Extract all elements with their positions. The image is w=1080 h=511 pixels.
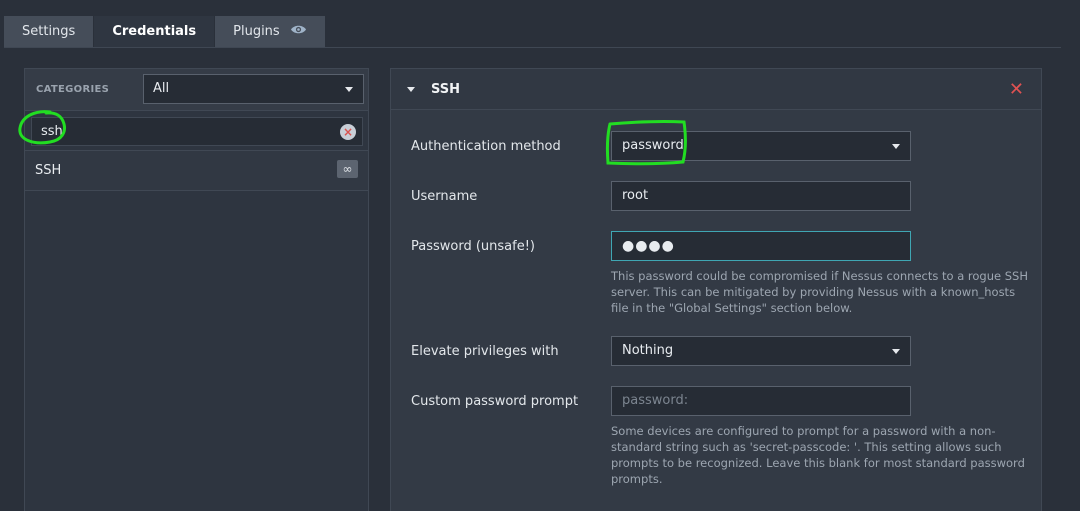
ssh-credential-panel: SSH ✕ Authentication method password Use… xyxy=(390,68,1042,511)
category-item-ssh[interactable]: SSH ∞ xyxy=(25,151,368,191)
elevate-value: Nothing xyxy=(622,343,674,358)
prompt-label: Custom password prompt xyxy=(411,394,579,409)
tab-credentials[interactable]: Credentials xyxy=(94,16,216,47)
auth-method-label: Authentication method xyxy=(411,139,561,154)
password-help-text: This password could be compromised if Ne… xyxy=(611,269,1028,315)
elevate-privileges-select[interactable]: Nothing xyxy=(611,336,911,366)
password-value: ●●●● xyxy=(622,238,675,254)
close-icon[interactable]: ✕ xyxy=(1009,79,1024,100)
prompt-help-text: Some devices are configured to prompt fo… xyxy=(611,424,1025,486)
tab-settings[interactable]: Settings xyxy=(4,16,95,47)
eye-icon xyxy=(290,16,307,47)
chevron-down-icon xyxy=(892,349,900,354)
username-label: Username xyxy=(411,189,478,204)
tab-divider xyxy=(4,47,1061,48)
categories-label: CATEGORIES xyxy=(36,84,110,95)
custom-prompt-placeholder: password: xyxy=(622,393,689,408)
category-select-value: All xyxy=(153,81,170,96)
collapse-icon[interactable] xyxy=(407,87,415,92)
tab-bar: Settings Credentials Plugins xyxy=(4,16,326,47)
custom-prompt-field[interactable]: password: xyxy=(611,386,911,416)
auth-method-select[interactable]: password xyxy=(611,131,911,161)
auth-method-value: password xyxy=(622,138,684,153)
ssh-header[interactable]: SSH ✕ xyxy=(391,69,1041,110)
category-search-row: ssh × xyxy=(25,111,368,151)
category-search-value: ssh xyxy=(41,124,63,139)
password-label: Password (unsafe!) xyxy=(411,239,536,254)
password-field[interactable]: ●●●● xyxy=(611,231,911,261)
chevron-down-icon xyxy=(345,87,353,92)
tab-plugins-label: Plugins xyxy=(233,24,280,39)
infinity-badge: ∞ xyxy=(337,160,358,178)
username-value: root xyxy=(622,188,649,203)
username-field[interactable]: root xyxy=(611,181,911,211)
clear-search-icon[interactable]: × xyxy=(340,124,356,140)
categories-panel: CATEGORIES All ssh × SSH ∞ xyxy=(24,68,369,511)
elevate-label: Elevate privileges with xyxy=(411,344,559,359)
categories-header: CATEGORIES All xyxy=(25,69,368,111)
category-select[interactable]: All xyxy=(143,74,364,104)
panel-title: SSH xyxy=(431,82,461,97)
category-item-label: SSH xyxy=(35,163,62,178)
tab-plugins[interactable]: Plugins xyxy=(215,16,326,47)
chevron-down-icon xyxy=(892,144,900,149)
category-search-input[interactable]: ssh × xyxy=(31,117,363,146)
